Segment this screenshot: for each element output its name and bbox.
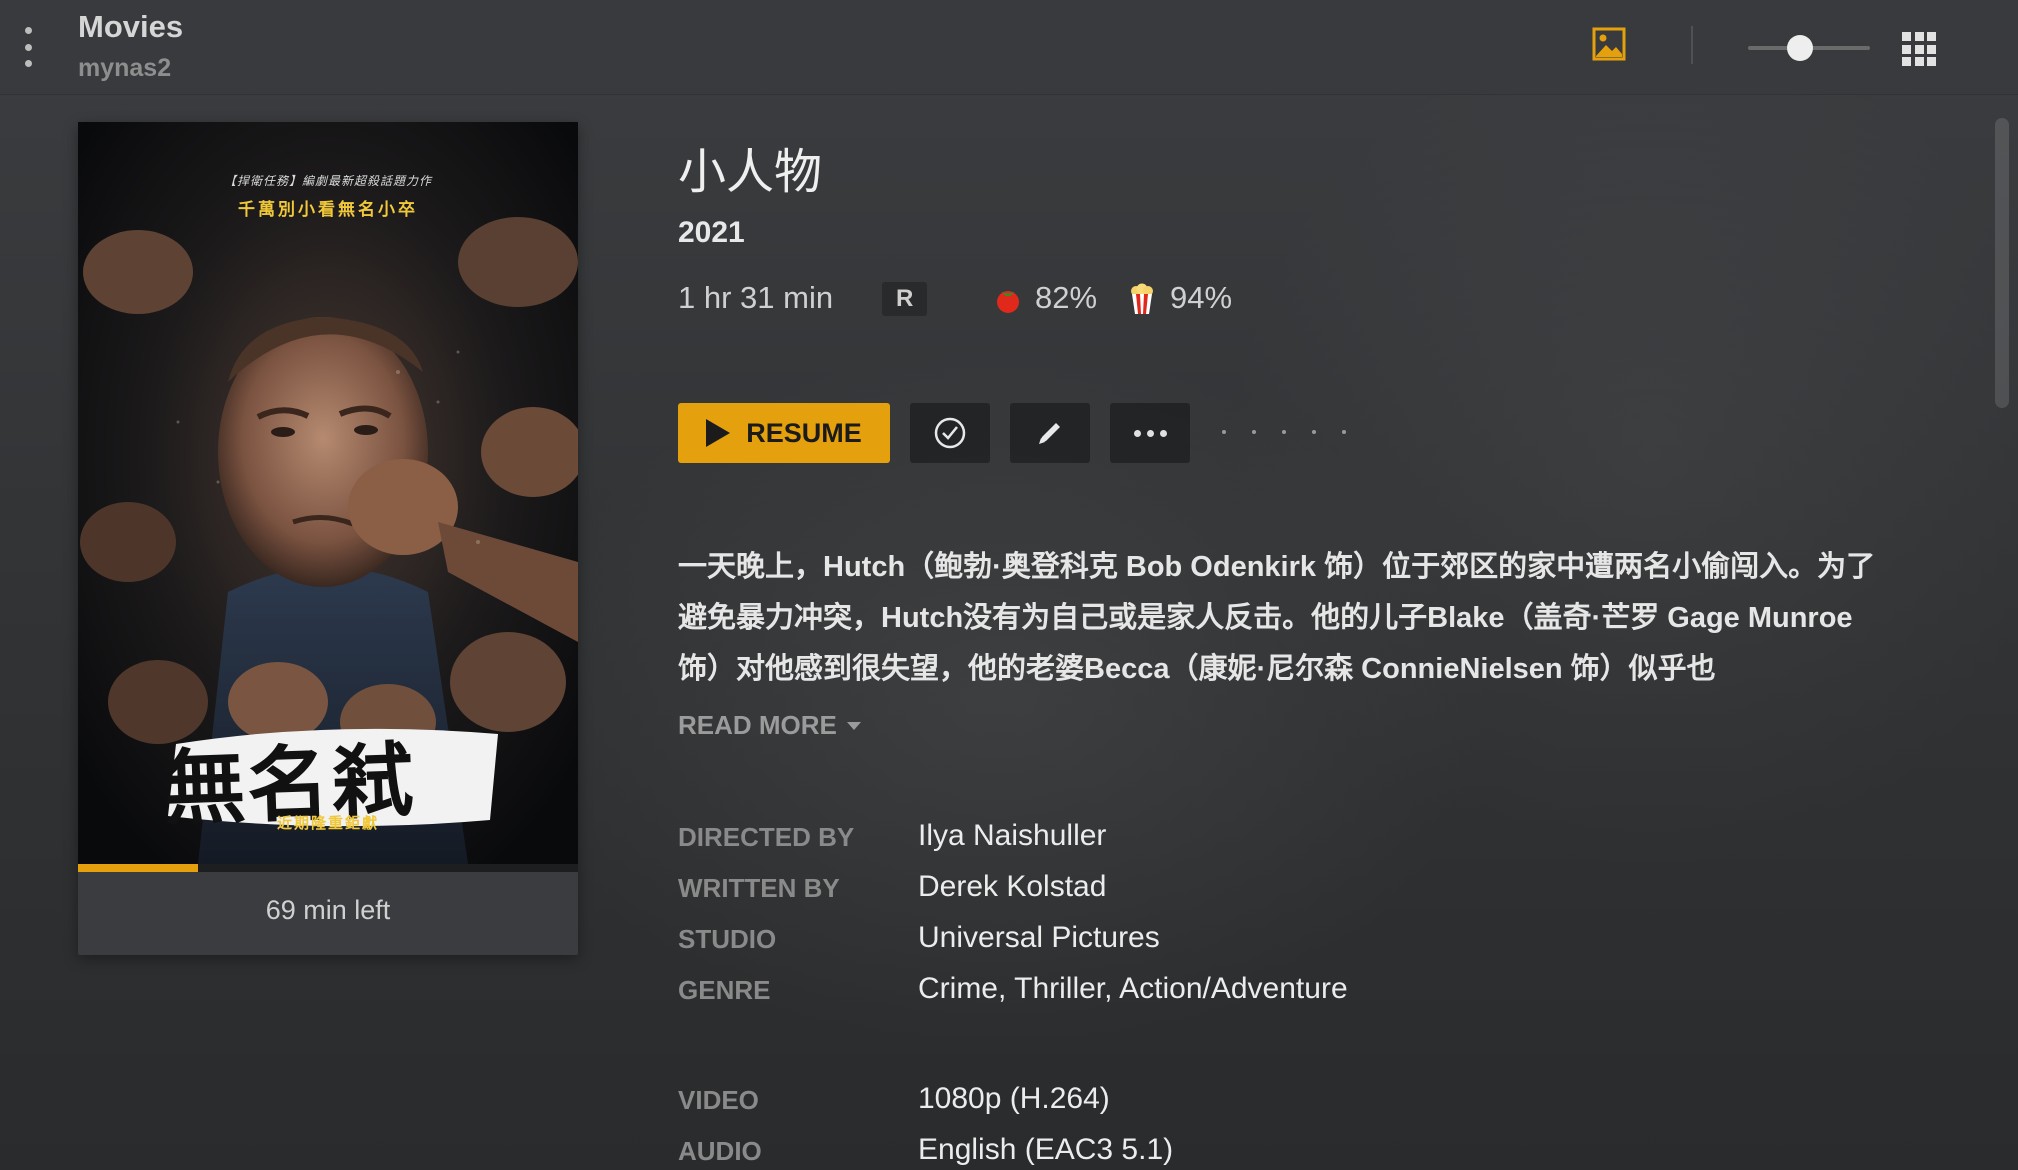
movie-duration: 1 hr 31 min (678, 280, 834, 315)
read-more-button[interactable]: READ MORE (678, 710, 861, 741)
content-rating-badge: R (882, 282, 928, 316)
resume-button[interactable]: RESUME (678, 403, 890, 463)
writer-value[interactable]: Derek Kolstad (918, 870, 1106, 904)
genre-label: GENRE (678, 975, 771, 1005)
scrollbar[interactable] (1995, 118, 2009, 408)
poster-tagline: 千萬別小看無名小卒 (238, 200, 418, 219)
pencil-icon (1039, 423, 1060, 444)
video-value: 1080p (H.264) (918, 1082, 1110, 1115)
movie-title: 小人物 (678, 146, 823, 199)
studio-value[interactable]: Universal Pictures (918, 921, 1160, 955)
movie-summary: 一天晚上，Hutch（鲍勃·奥登科克 Bob Odenkirk 饰）位于郊区的家… (678, 551, 1876, 685)
resume-label: RESUME (746, 417, 862, 448)
poster-bottom-line: 近期隆重鉅獻 (276, 815, 379, 832)
top-bar: Movies mynas2 (0, 0, 2018, 94)
slider-knob[interactable] (1787, 35, 1814, 61)
poster-size-slider[interactable] (1748, 34, 1870, 62)
watch-progress-bar (78, 864, 578, 872)
caret-down-icon (846, 721, 861, 730)
play-icon (706, 419, 731, 447)
written-by-label: WRITTEN BY (678, 873, 840, 903)
audio-label: AUDIO (678, 1136, 762, 1166)
edit-button[interactable] (1010, 403, 1090, 463)
directed-by-label: DIRECTED BY (678, 822, 855, 852)
popcorn-icon (1131, 283, 1153, 314)
movie-year: 2021 (678, 216, 745, 249)
more-icon (1133, 429, 1167, 437)
time-left: 69 min left (265, 895, 391, 925)
read-more-label: READ MORE (678, 710, 837, 740)
toolbar-divider (1691, 26, 1693, 64)
watch-progress-fill (78, 864, 198, 872)
loading-dots (1222, 430, 1346, 434)
movie-poster[interactable]: 【捍衛任務】編劇最新超殺話題力作 千萬別小看無名小卒 無名弒 近期隆重鉅獻 (78, 122, 578, 864)
poster-top-line: 【捍衛任務】編劇最新超殺話題力作 (223, 174, 432, 188)
video-label: VIDEO (678, 1085, 759, 1115)
library-title[interactable]: Movies (78, 9, 183, 45)
more-options-button[interactable] (1110, 403, 1190, 463)
critic-score: 82% (1035, 280, 1098, 315)
menu-dots-icon[interactable] (20, 27, 36, 67)
tomato-icon (997, 291, 1019, 313)
grid-view-icon[interactable] (1902, 32, 1936, 66)
poster-card: 【捍衛任務】編劇最新超殺話題力作 千萬別小看無名小卒 無名弒 近期隆重鉅獻 69… (78, 122, 578, 955)
checkmark-icon (934, 417, 966, 449)
photo-icon[interactable] (1592, 27, 1626, 61)
genre-value[interactable]: Crime, Thriller, Action/Adventure (918, 972, 1348, 1006)
studio-label: STUDIO (678, 924, 777, 954)
audio-value[interactable]: English (EAC3 5.1) (918, 1133, 1173, 1167)
server-name: mynas2 (78, 54, 172, 82)
director-value[interactable]: Ilya Naishuller (918, 819, 1106, 853)
mark-watched-button[interactable] (910, 403, 990, 463)
audience-score: 94% (1170, 280, 1233, 315)
